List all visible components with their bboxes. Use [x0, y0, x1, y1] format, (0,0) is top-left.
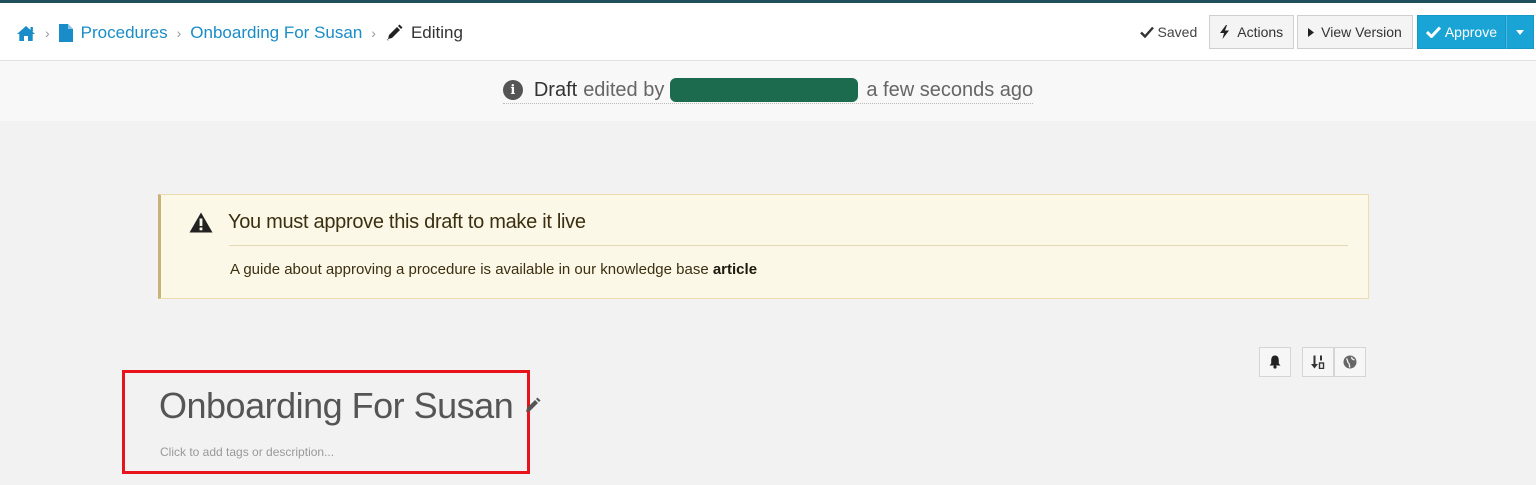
- approve-button[interactable]: Approve: [1416, 15, 1506, 49]
- caret-down-icon: [1516, 29, 1524, 35]
- draft-status-word: Draft: [533, 78, 578, 101]
- view-version-button[interactable]: View Version: [1297, 15, 1413, 49]
- saved-label: Saved: [1157, 24, 1198, 40]
- check-icon: [1425, 26, 1441, 38]
- breadcrumb-procedures[interactable]: Procedures: [81, 23, 168, 43]
- alert-title: You must approve this draft to make it l…: [189, 211, 586, 234]
- bell-button[interactable]: [1259, 347, 1291, 377]
- alert-title-text: You must approve this draft to make it l…: [228, 211, 586, 233]
- bell-icon: [1269, 355, 1281, 369]
- edited-by-text: edited by: [583, 78, 665, 101]
- saved-status: Saved: [1139, 24, 1198, 40]
- alert-body-text: A guide about approving a procedure is a…: [230, 261, 709, 278]
- warning-icon: [189, 212, 213, 233]
- breadcrumb: › Procedures › Onboarding For Susan › Ed…: [16, 21, 463, 45]
- actions-label: Actions: [1237, 24, 1284, 40]
- breadcrumb-procedure[interactable]: Onboarding For Susan: [190, 23, 362, 43]
- approval-warning-alert: You must approve this draft to make it l…: [158, 194, 1369, 299]
- pencil-icon[interactable]: [523, 397, 541, 415]
- info-icon: i: [502, 80, 523, 100]
- toolbar: Saved Actions View Version Approve: [1139, 14, 1534, 50]
- breadcrumb-separator: ›: [371, 25, 376, 41]
- sort-language-tools: [1302, 347, 1366, 377]
- redacted-editor-name: [670, 78, 859, 102]
- procedure-title-text: Onboarding For Susan: [159, 385, 514, 426]
- draft-status: i Draft edited by a few seconds ago: [502, 78, 1034, 104]
- approve-label: Approve: [1444, 24, 1497, 40]
- caret-right-icon: [1308, 27, 1315, 37]
- language-button[interactable]: [1334, 347, 1366, 377]
- bolt-icon: [1220, 25, 1230, 39]
- globe-icon: [1343, 355, 1357, 369]
- draft-status-bar: i Draft edited by a few seconds ago: [0, 61, 1536, 121]
- breadcrumb-separator: ›: [176, 25, 182, 41]
- breadcrumb-separator: ›: [45, 25, 50, 41]
- breadcrumb-editing: Editing: [385, 23, 463, 43]
- top-bar: › Procedures › Onboarding For Susan › Ed…: [0, 3, 1536, 61]
- alert-divider: [229, 245, 1348, 246]
- document-icon: [58, 24, 73, 42]
- alert-body: A guide about approving a procedure is a…: [230, 261, 757, 278]
- check-icon: [1139, 26, 1154, 38]
- procedure-description-placeholder[interactable]: Click to add tags or description...: [160, 445, 334, 459]
- edited-time: a few seconds ago: [866, 78, 1034, 101]
- approve-dropdown-button[interactable]: [1506, 15, 1534, 49]
- home-icon[interactable]: [16, 25, 36, 42]
- pencil-icon: [385, 24, 403, 42]
- actions-button[interactable]: Actions: [1209, 15, 1295, 49]
- sort-numeric-icon: [1310, 355, 1326, 369]
- breadcrumb-editing-label: Editing: [410, 23, 463, 42]
- sort-button[interactable]: [1302, 347, 1334, 377]
- procedure-title[interactable]: Onboarding For Susan: [159, 385, 541, 427]
- notification-tool: [1259, 347, 1291, 377]
- knowledge-base-article-link[interactable]: article: [713, 261, 757, 278]
- view-version-label: View Version: [1321, 24, 1402, 40]
